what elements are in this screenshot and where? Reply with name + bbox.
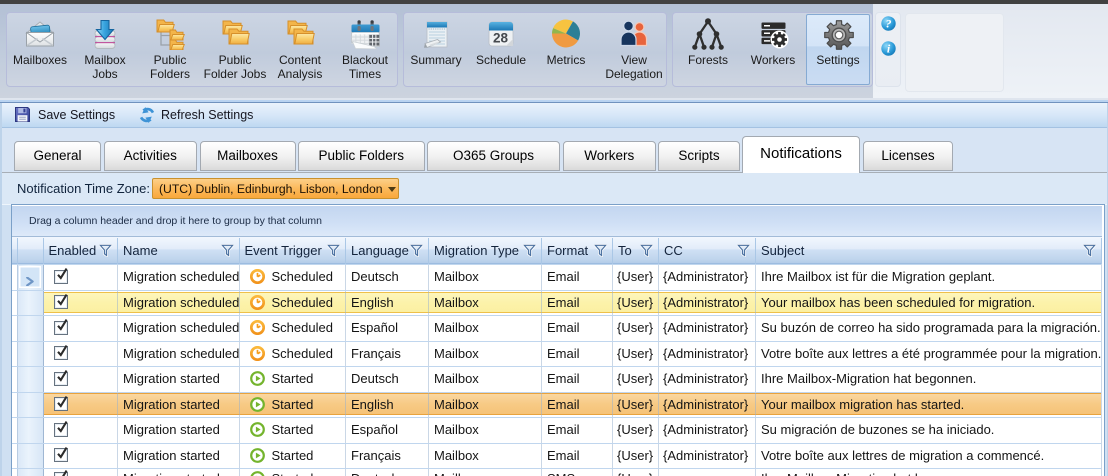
svg-text:?: ? bbox=[886, 17, 892, 31]
svg-text:28: 28 bbox=[493, 31, 509, 46]
